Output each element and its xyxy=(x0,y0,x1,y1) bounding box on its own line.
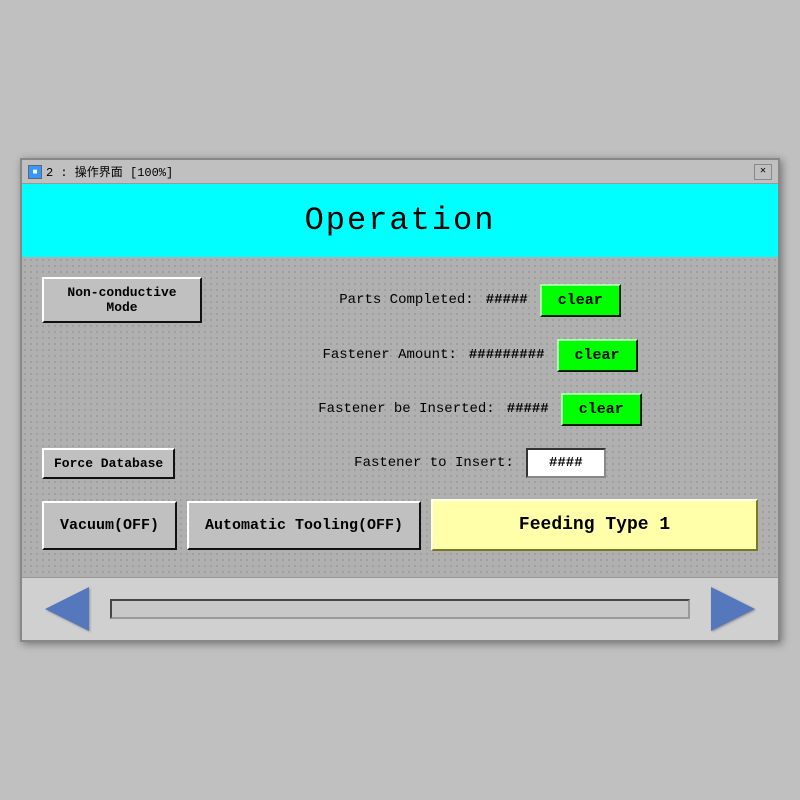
fastener-amount-content: Fastener Amount: ######### clear xyxy=(202,339,758,372)
content-area: Non-conductive Mode Parts Completed: ###… xyxy=(22,257,778,577)
clear-fastener-inserted-button[interactable]: clear xyxy=(561,393,642,426)
bottom-buttons-row: Vacuum(OFF) Automatic Tooling(OFF) Feedi… xyxy=(42,499,758,551)
fastener-to-insert-content: Fastener to Insert: xyxy=(202,448,758,478)
fastener-inserted-value: ##### xyxy=(507,401,549,417)
force-database-button[interactable]: Force Database xyxy=(42,448,175,479)
next-button[interactable] xyxy=(698,584,768,634)
title-bar: ■ 2 : 操作界面 [100%] ✕ xyxy=(22,160,778,184)
row-fastener-amount: Fastener Amount: ######### clear xyxy=(42,333,758,377)
vacuum-button[interactable]: Vacuum(OFF) xyxy=(42,501,177,550)
row-fastener-to-insert: Force Database Fastener to Insert: xyxy=(42,441,758,485)
arrow-left-icon xyxy=(45,587,89,631)
page-title: Operation xyxy=(22,184,778,257)
nav-track xyxy=(110,599,690,619)
force-database-btn-cell: Force Database xyxy=(42,448,202,479)
parts-completed-content: Parts Completed: ##### clear xyxy=(202,284,758,317)
fastener-to-insert-label: Fastener to Insert: xyxy=(354,455,514,471)
window-icon: ■ xyxy=(28,165,42,179)
parts-completed-label: Parts Completed: xyxy=(339,292,473,308)
arrow-right-icon xyxy=(711,587,755,631)
non-conductive-btn-cell: Non-conductive Mode xyxy=(42,277,202,323)
fastener-inserted-content: Fastener be Inserted: ##### clear xyxy=(202,393,758,426)
window-title: 2 : 操作界面 [100%] xyxy=(46,163,173,180)
automatic-tooling-button[interactable]: Automatic Tooling(OFF) xyxy=(187,501,421,550)
feeding-type-button[interactable]: Feeding Type 1 xyxy=(431,499,758,551)
parts-completed-value: ##### xyxy=(486,292,528,308)
title-bar-left: ■ 2 : 操作界面 [100%] xyxy=(28,163,173,180)
clear-parts-button[interactable]: clear xyxy=(540,284,621,317)
close-button[interactable]: ✕ xyxy=(754,164,772,180)
main-window: ■ 2 : 操作界面 [100%] ✕ Operation Non-conduc… xyxy=(20,158,780,642)
clear-fastener-amount-button[interactable]: clear xyxy=(557,339,638,372)
prev-button[interactable] xyxy=(32,584,102,634)
fastener-inserted-label: Fastener be Inserted: xyxy=(318,401,494,417)
non-conductive-button[interactable]: Non-conductive Mode xyxy=(42,277,202,323)
nav-bar xyxy=(22,577,778,640)
fastener-to-insert-input[interactable] xyxy=(526,448,606,478)
fastener-amount-label: Fastener Amount: xyxy=(322,347,456,363)
row-fastener-inserted: Fastener be Inserted: ##### clear xyxy=(42,387,758,431)
fastener-amount-value: ######### xyxy=(469,347,545,363)
row-parts-completed: Non-conductive Mode Parts Completed: ###… xyxy=(42,277,758,323)
